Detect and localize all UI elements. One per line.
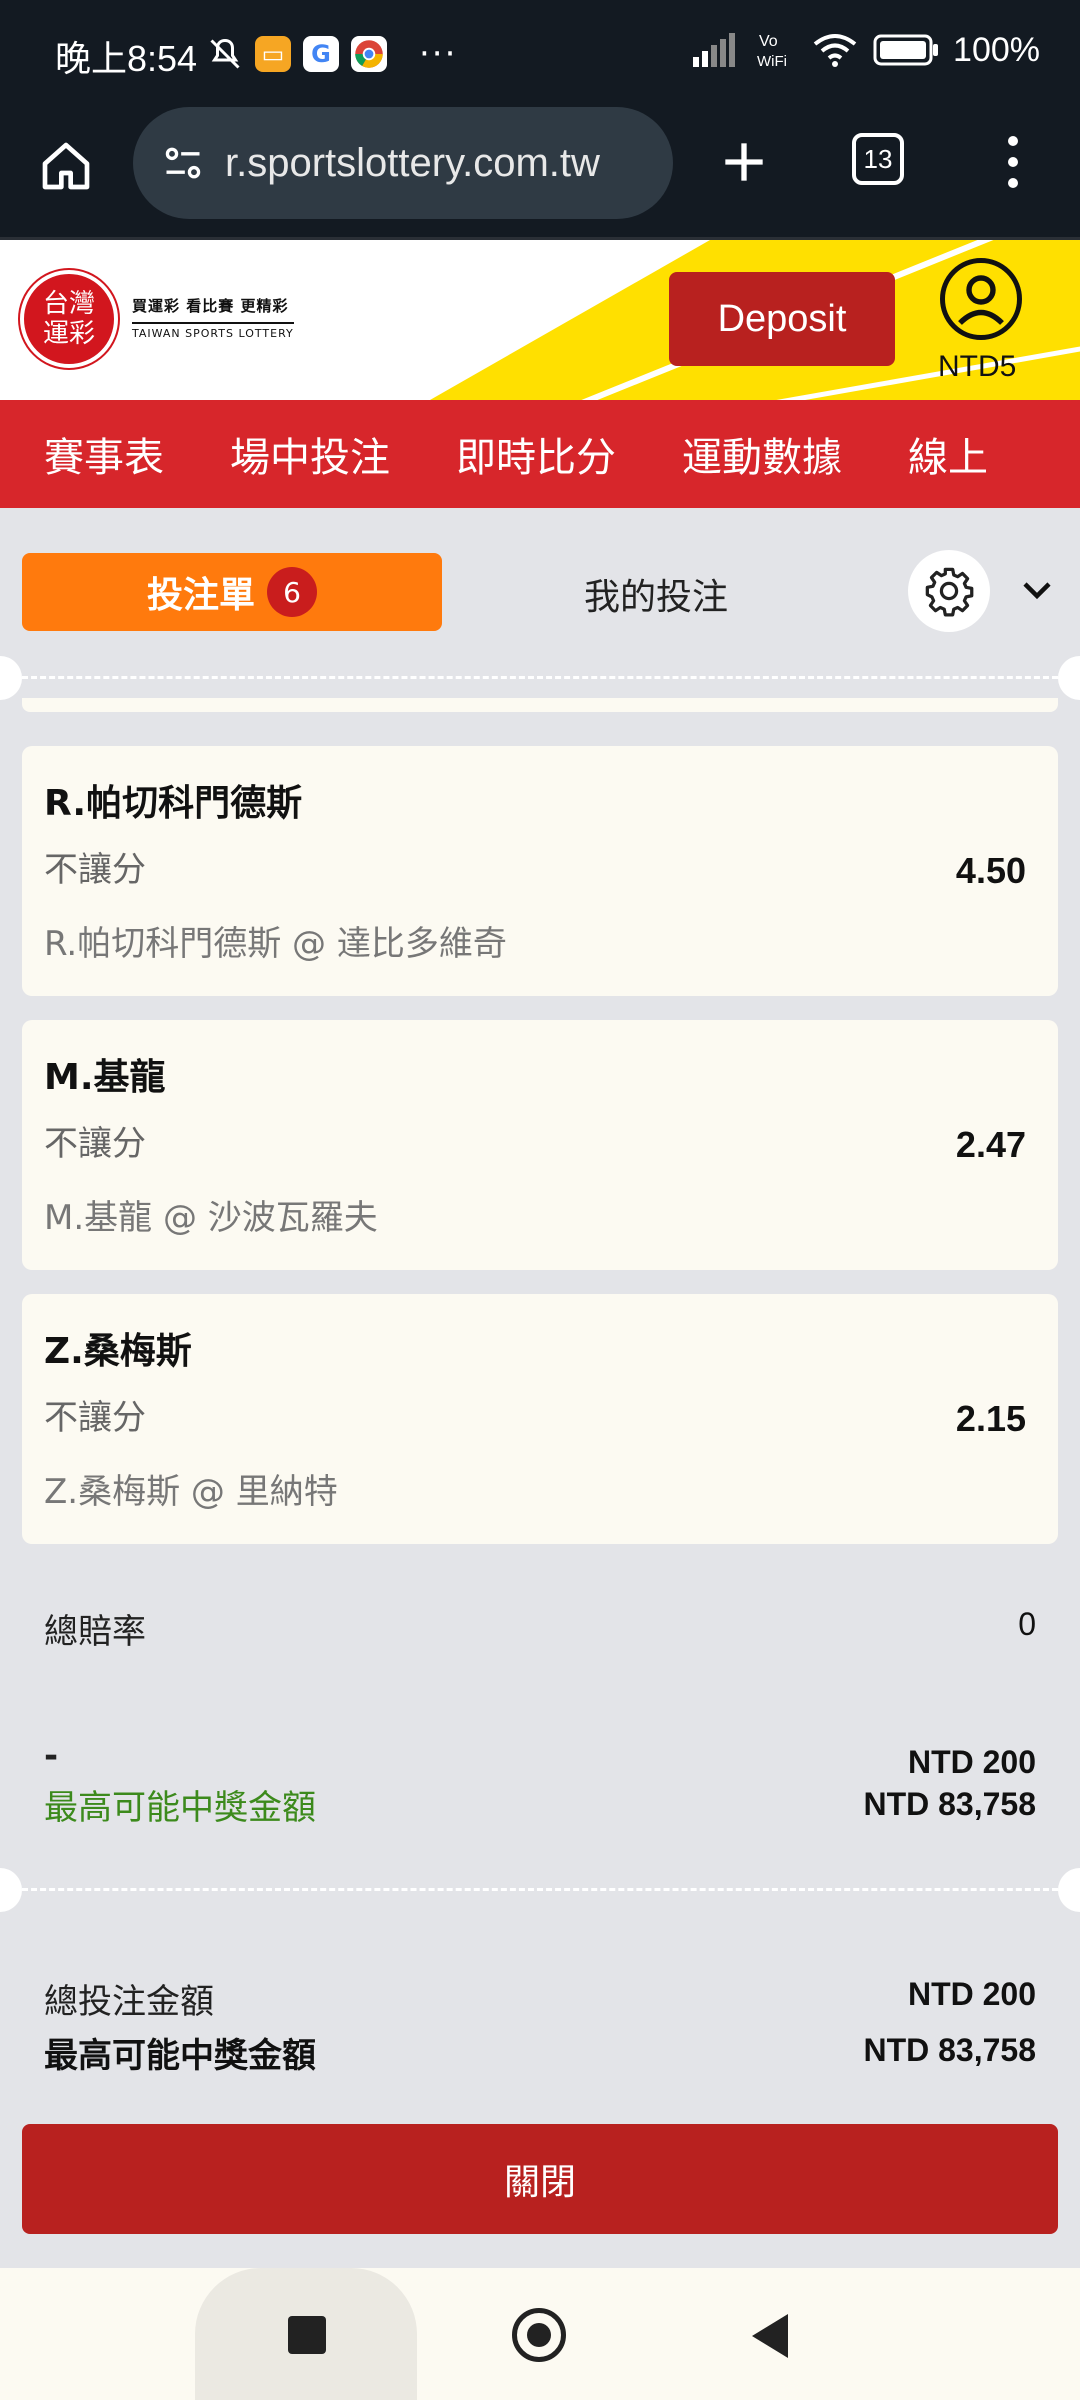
settings-button[interactable]: [908, 550, 990, 632]
browser-menu-button[interactable]: [995, 130, 1031, 194]
signal-icon: [693, 33, 736, 67]
nav-item-sports-data[interactable]: 運動數據: [638, 425, 864, 483]
menu-dot-icon: [1008, 136, 1018, 146]
tab-my-bets[interactable]: 我的投注: [584, 568, 728, 620]
nav-item-live-scores[interactable]: 即時比分: [412, 425, 638, 483]
back-icon[interactable]: [752, 2314, 788, 2358]
main-nav: 賽事表 場中投注 即時比分 運動數據 線上: [0, 400, 1080, 508]
selection-market: 不讓分: [44, 1124, 146, 1164]
site-header: 台灣 運彩 買運彩 看比賽 更精彩 TAIWAN SPORTS LOTTERY …: [0, 240, 1080, 400]
max-win-value: NTD 83,758: [863, 1786, 1036, 1822]
url-text[interactable]: r.sportslottery.com.tw: [225, 141, 600, 186]
svg-text:Vo: Vo: [759, 33, 778, 50]
system-nav-bar: [0, 2268, 1080, 2400]
max-win-label: 最高可能中獎金額: [44, 1788, 316, 1828]
selection-event: R.帕切科門德斯 @ 達比多維奇: [44, 924, 507, 964]
tab-betslip[interactable]: 投注單 6: [22, 553, 442, 631]
summary-max-win-label: 最高可能中獎金額: [44, 2036, 316, 2076]
battery-icon: [873, 34, 939, 66]
stake-dash: -: [44, 1736, 59, 1776]
ticket-divider: [22, 676, 1058, 679]
total-odds-value: 0: [1018, 1606, 1036, 1642]
ticket-notch-left: [0, 1868, 22, 1912]
selection-market: 不讓分: [44, 1398, 146, 1438]
close-button[interactable]: 關閉: [22, 2124, 1058, 2234]
status-notification-icons: ▭ G ···: [207, 34, 457, 74]
selection-name: M.基龍: [44, 1057, 166, 1098]
deposit-button[interactable]: Deposit: [669, 272, 895, 366]
status-system-icons: Vo WiFi 100%: [693, 30, 1040, 70]
account-icon[interactable]: [940, 258, 1022, 340]
selection-event: Z.桑梅斯 @ 里納特: [44, 1472, 338, 1512]
plus-icon: [725, 143, 763, 181]
google-app-icon: G: [303, 36, 339, 72]
logo-line-2: 運彩: [42, 319, 95, 349]
chrome-app-icon: [351, 36, 387, 72]
logo-text: 買運彩 看比賽 更精彩 TAIWAN SPORTS LOTTERY: [132, 295, 294, 340]
collapse-button[interactable]: [1015, 568, 1059, 612]
selection-event: M.基龍 @ 沙波瓦羅夫: [44, 1198, 378, 1238]
betslip-count-badge: 6: [267, 567, 317, 617]
chevron-down-icon: [1023, 582, 1051, 600]
previous-selection-edge: [22, 698, 1058, 712]
summary-max-win-value: NTD 83,758: [863, 2032, 1036, 2068]
total-stake-value: NTD 200: [907, 1976, 1036, 2012]
tab-betslip-label: 投注單: [146, 575, 255, 616]
site-logo[interactable]: 台灣 運彩: [20, 270, 118, 368]
messages-app-icon: ▭: [255, 36, 291, 72]
home-nav-icon[interactable]: [512, 2308, 566, 2362]
account-balance: NTD5: [938, 350, 1017, 383]
ticket-notch-left: [0, 656, 22, 700]
ticket-divider: [22, 1888, 1058, 1891]
total-stake-label: 總投注金額: [44, 1982, 214, 2022]
bell-off-icon: [210, 38, 240, 69]
recents-icon[interactable]: [288, 2316, 326, 2354]
new-tab-button[interactable]: [712, 130, 776, 194]
bet-selection-card[interactable]: R.帕切科門德斯 不讓分 R.帕切科門德斯 @ 達比多維奇 4.50: [22, 746, 1058, 996]
betslip-panel: 投注單 6 我的投注 R.帕切科門德斯 不讓分 R.帕切科門德斯 @ 達比多維奇…: [0, 528, 1080, 2268]
logo-line-1: 台灣: [42, 289, 95, 319]
selection-odds: 2.15: [955, 1398, 1026, 1439]
vowifi-icon: Vo WiFi: [757, 33, 787, 70]
status-time: 晚上8:54: [55, 38, 198, 79]
status-bar: 晚上8:54 ▭ G ··· Vo WiFi 100%: [0, 0, 1080, 105]
total-odds-label: 總賠率: [44, 1612, 146, 1652]
selection-odds: 2.47: [955, 1124, 1026, 1165]
home-icon: [42, 142, 90, 190]
menu-dot-icon: [1008, 157, 1018, 167]
address-bar[interactable]: r.sportslottery.com.tw: [133, 107, 673, 219]
selection-name: R.帕切科門德斯: [44, 783, 303, 824]
home-button[interactable]: [30, 130, 102, 202]
more-notifications-icon: ···: [419, 34, 458, 74]
bet-selection-card[interactable]: M.基龍 不讓分 M.基龍 @ 沙波瓦羅夫 2.47: [22, 1020, 1058, 1270]
ticket-notch-right: [1058, 1868, 1080, 1912]
tab-switcher-button[interactable]: 13: [852, 133, 904, 185]
stake-value: NTD 200: [907, 1744, 1036, 1780]
bet-selection-card[interactable]: Z.桑梅斯 不讓分 Z.桑梅斯 @ 里納特 2.15: [22, 1294, 1058, 1544]
wifi-icon: [813, 34, 857, 67]
selection-odds: 4.50: [955, 850, 1026, 891]
logo-tagline: 買運彩 看比賽 更精彩: [132, 297, 289, 315]
svg-text:WiFi: WiFi: [757, 53, 787, 70]
nav-item-online[interactable]: 線上: [864, 425, 1010, 483]
logo-subtitle: TAIWAN SPORTS LOTTERY: [132, 322, 294, 340]
battery-percentage: 100%: [953, 30, 1040, 69]
gear-icon: [925, 567, 974, 617]
nav-item-live-betting[interactable]: 場中投注: [186, 425, 412, 483]
ticket-notch-right: [1058, 656, 1080, 700]
selection-name: Z.桑梅斯: [44, 1331, 192, 1372]
menu-dot-icon: [1008, 178, 1018, 188]
site-settings-icon[interactable]: [161, 141, 205, 185]
nav-item-schedule[interactable]: 賽事表: [0, 425, 186, 483]
selection-market: 不讓分: [44, 850, 146, 890]
browser-toolbar: r.sportslottery.com.tw 13: [0, 105, 1080, 240]
